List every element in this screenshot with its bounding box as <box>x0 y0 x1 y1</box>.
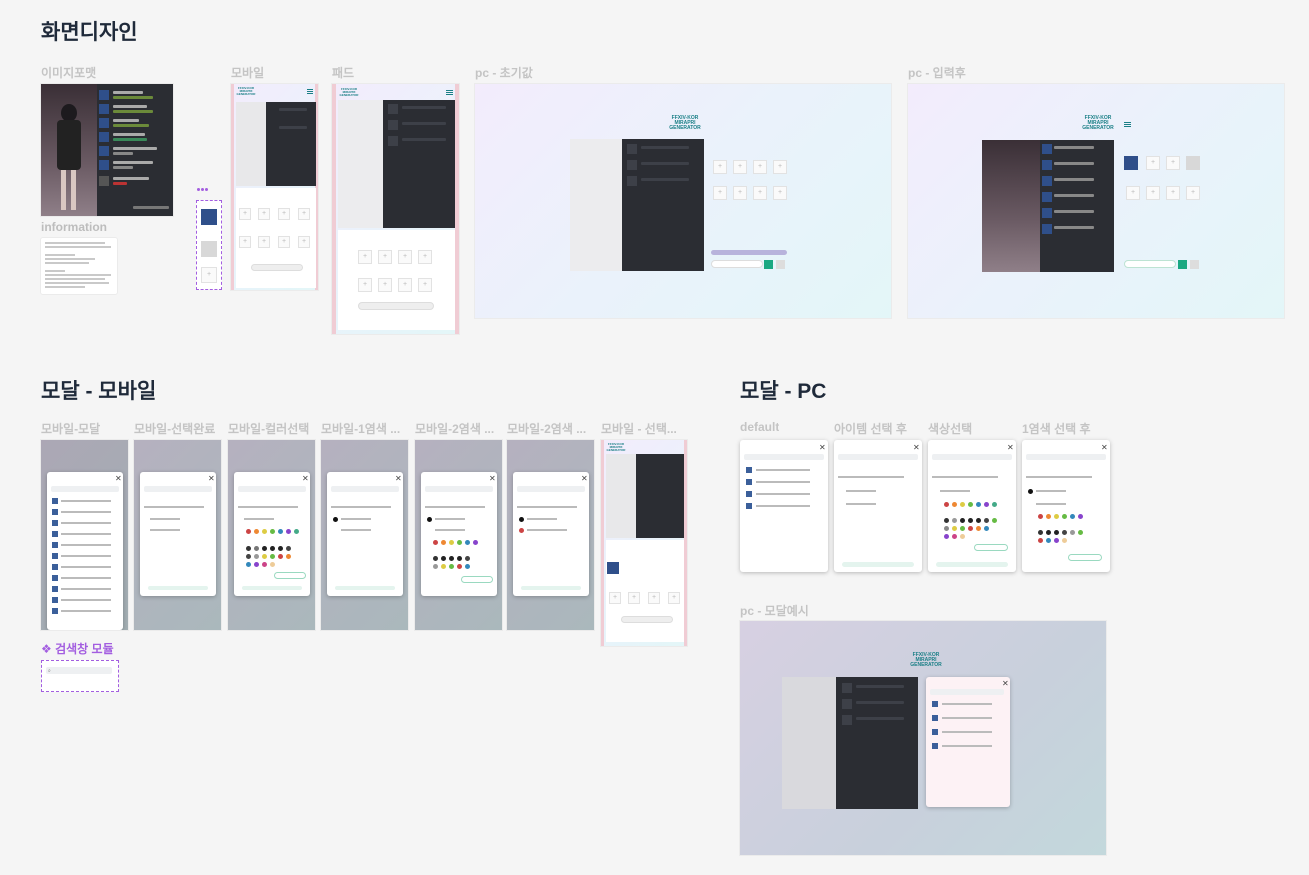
frame-label-default: default <box>740 420 780 434</box>
pc-modal-after-1dye: ✕ <box>1022 440 1110 572</box>
pc-modal-after-item-select: ✕ <box>834 440 922 572</box>
frame-label-pc-initial: pc - 초기값 <box>475 66 533 80</box>
mobile-screen-frame: FFXIV-KOR MIRAPRI GENERATOR + + + + + + + … <box>231 84 318 290</box>
frame-label-mobile-color: 모바일-컬러선택 <box>228 422 310 436</box>
frame-label-pad: 패드 <box>332 66 355 80</box>
mobile-select-frame: FFXIV-KOR MIRAPRI GENERATOR + + + + <box>601 440 687 646</box>
frame-label-mobile-1dye: 모바일-1염색 ... <box>321 422 401 436</box>
frame-label-after-1dye: 1염색 선택 후 <box>1022 422 1091 436</box>
section-title-modal-pc: 모달 - PC <box>740 380 827 403</box>
slot-component-module: + <box>196 200 222 290</box>
mobile-modal-frame-6: ✕ <box>507 440 594 630</box>
search-module-title: ❖ 검색창 모듈 <box>41 642 114 656</box>
frame-label-pc-after-input: pc - 입력후 <box>908 66 966 80</box>
search-module-frame: ⌕ <box>41 660 119 692</box>
pc-after-input-screen-frame: FFXIV-KOR MIRAPRI GENERATOR + + + + + + <box>908 84 1284 318</box>
search-icon: ⌕ <box>48 668 51 674</box>
frame-label-mobile: 모바일 <box>231 66 265 80</box>
frame-label-color-select: 색상선택 <box>928 422 973 436</box>
section-title-modal-mobile: 모달 - 모바일 <box>41 380 157 403</box>
pc-modal-example-frame: FFXIV-KOR MIRAPRI GENERATOR ✕ <box>740 621 1106 855</box>
frame-label-information: information <box>41 220 107 234</box>
frame-label-mobile-2dye-b: 모바일-2염색 ... <box>507 422 587 436</box>
frame-label-pc-modal-example: pc - 모달예시 <box>740 604 809 618</box>
frame-label-mobile-modal: 모바일-모달 <box>41 422 101 436</box>
pad-screen-frame: FFXIV-KOR MIRAPRI GENERATOR + + + + + + + … <box>332 84 459 334</box>
frame-label-mobile-select: 모바일 - 선택... <box>601 422 677 436</box>
mobile-modal-frame-1: ✕ <box>41 440 128 630</box>
mobile-modal-frame-3: ✕ <box>228 440 315 630</box>
item-search-modal: ✕ <box>47 472 123 630</box>
pc-initial-screen-frame: FFXIV-KOR MIRAPRI GENERATOR + + + + + + + … <box>475 84 891 318</box>
mobile-modal-frame-2: ✕ <box>134 440 221 630</box>
pc-modal-example-dialog: ✕ <box>926 677 1010 807</box>
frame-label-image-format: 이미지포맷 <box>41 66 97 80</box>
information-card <box>41 238 117 294</box>
pc-modal-default: ✕ <box>740 440 828 572</box>
image-format-frame <box>41 84 173 216</box>
mobile-modal-frame-4: ✕ <box>321 440 408 630</box>
pc-modal-color-select: ✕ <box>928 440 1016 572</box>
frame-label-mobile-2dye-a: 모바일-2염색 ... <box>415 422 495 436</box>
mobile-modal-frame-5: ✕ <box>415 440 502 630</box>
search-input[interactable] <box>46 667 112 674</box>
section-title-screen-design: 화면디자인 <box>41 21 138 44</box>
frame-label-after-item-select: 아이템 선택 후 <box>834 422 907 436</box>
frame-label-mobile-selected: 모바일-선택완료 <box>134 422 216 436</box>
character-image <box>41 84 97 216</box>
